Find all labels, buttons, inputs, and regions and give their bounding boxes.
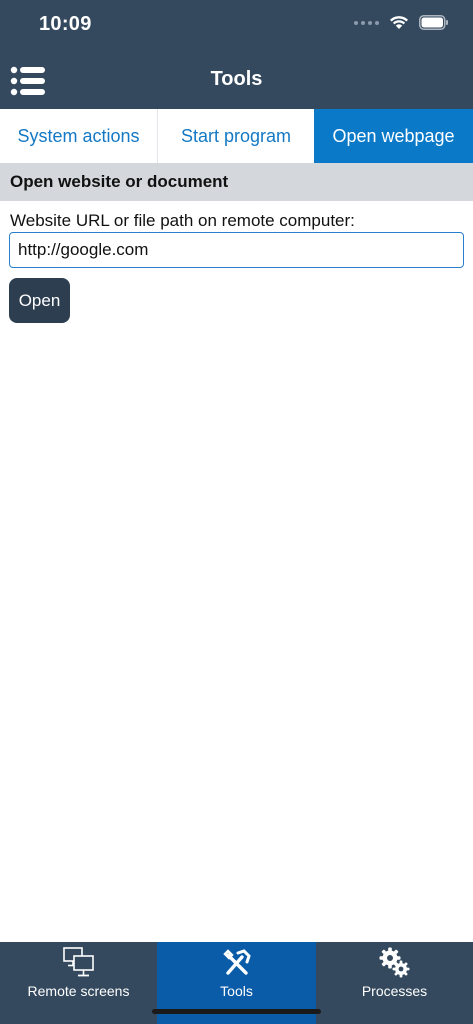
wifi-icon	[390, 16, 408, 29]
bottom-tab-processes[interactable]: Processes	[316, 942, 473, 1024]
open-button[interactable]: Open	[9, 278, 70, 323]
bottom-tab-remote-screens[interactable]: Remote screens	[0, 942, 157, 1024]
battery-icon	[419, 15, 448, 30]
cellular-signal-icon	[354, 20, 379, 25]
status-icons	[354, 15, 449, 30]
bottom-tab-label: Processes	[361, 983, 428, 999]
section-header: Open website or document	[0, 163, 473, 201]
screen: 10:09 Tools System actions Start program…	[0, 0, 473, 1024]
gears-icon	[379, 947, 409, 978]
url-input[interactable]	[9, 232, 464, 268]
monitors-icon	[62, 947, 94, 977]
tab-open-webpage[interactable]: Open webpage	[314, 109, 473, 163]
home-indicator	[152, 1009, 321, 1014]
top-header: 10:09 Tools	[0, 0, 473, 109]
bottom-tab-label: Remote screens	[27, 983, 130, 999]
status-time: 10:09	[39, 13, 92, 35]
url-field-label: Website URL or file path on remote compu…	[10, 211, 355, 230]
bottom-tab-label: Tools	[220, 983, 253, 999]
tab-start-program[interactable]: Start program	[158, 109, 314, 163]
page-title: Tools	[210, 68, 263, 90]
tools-icon	[222, 949, 251, 975]
tab-system-actions[interactable]: System actions	[0, 109, 158, 163]
segmented-tabs: System actions Start program Open webpag…	[0, 109, 473, 163]
